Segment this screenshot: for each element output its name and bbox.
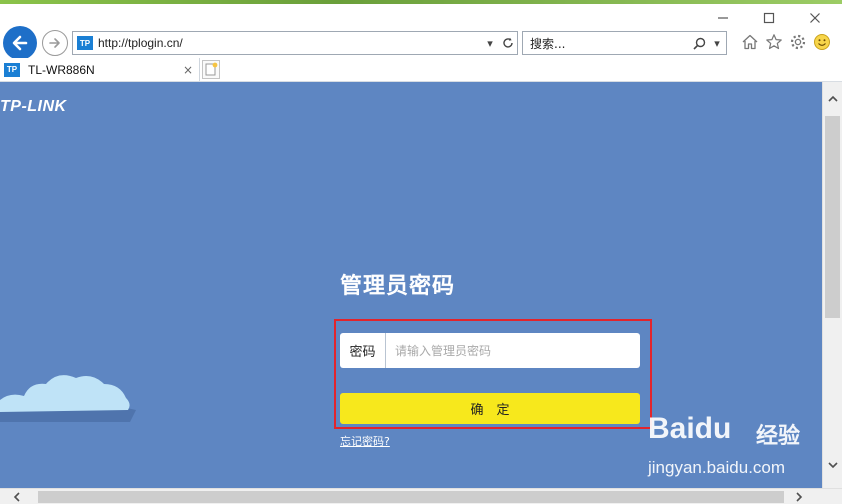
password-label: 密码 <box>340 333 386 368</box>
watermark-url: jingyan.baidu.com <box>648 458 786 477</box>
home-icon[interactable] <box>740 32 760 52</box>
search-dropdown-icon[interactable]: ▾ <box>708 37 726 50</box>
forward-button[interactable] <box>42 30 68 56</box>
password-input[interactable] <box>386 333 640 368</box>
forgot-password-link[interactable]: 忘记密码? <box>340 433 390 449</box>
smiley-feedback-icon[interactable] <box>812 32 832 52</box>
new-tab-icon <box>205 62 218 76</box>
scroll-left-icon[interactable] <box>10 490 24 504</box>
maximize-button[interactable] <box>758 8 780 28</box>
arrow-left-icon <box>12 35 28 51</box>
vertical-scroll-thumb[interactable] <box>825 116 840 318</box>
watermark-brand: 经验 <box>756 424 801 449</box>
horizontal-scroll-thumb[interactable] <box>38 491 784 503</box>
horizontal-scrollbar[interactable] <box>0 488 842 504</box>
browser-tab[interactable]: TP TL-WR886N × <box>0 58 200 81</box>
minimize-button[interactable] <box>712 8 734 28</box>
close-window-button[interactable] <box>804 8 826 28</box>
vertical-scrollbar[interactable] <box>822 82 842 488</box>
address-dropdown-icon[interactable]: ▾ <box>481 37 499 50</box>
search-box[interactable]: 搜索... ▾ <box>522 31 727 55</box>
back-button[interactable] <box>3 26 37 60</box>
password-field-group: 密码 <box>340 333 640 368</box>
scroll-down-icon[interactable] <box>823 458 842 472</box>
address-bar[interactable]: TP http://tplogin.cn/ ▾ <box>72 31 518 55</box>
cloud-illustration <box>0 375 136 422</box>
brand-logo: TP-LINK <box>0 98 67 115</box>
tab-close-button[interactable]: × <box>180 63 196 77</box>
window-top-strip <box>0 0 842 4</box>
arrow-right-icon <box>49 38 60 48</box>
page-content: TP-LINK 管理员密码 密码 确 定 忘记密码? Baidu 经验 jing… <box>0 82 822 488</box>
url-text[interactable]: http://tplogin.cn/ <box>98 36 481 50</box>
confirm-button[interactable]: 确 定 <box>340 393 640 424</box>
settings-gear-icon[interactable] <box>788 32 808 52</box>
watermark-logo: Baidu <box>648 412 732 445</box>
page-title: 管理员密码 <box>340 274 456 299</box>
favorites-star-icon[interactable] <box>764 32 784 52</box>
tab-title: TL-WR886N <box>28 62 95 77</box>
site-favicon: TP <box>77 36 93 50</box>
search-placeholder[interactable]: 搜索... <box>523 35 690 52</box>
search-icon[interactable] <box>690 37 708 50</box>
scroll-up-icon[interactable] <box>823 92 842 106</box>
tab-favicon: TP <box>4 62 20 77</box>
scroll-right-icon[interactable] <box>792 490 806 504</box>
new-tab-button[interactable] <box>202 60 220 79</box>
refresh-icon[interactable] <box>499 37 517 49</box>
baidu-watermark: Baidu 经验 jingyan.baidu.com <box>648 412 818 484</box>
